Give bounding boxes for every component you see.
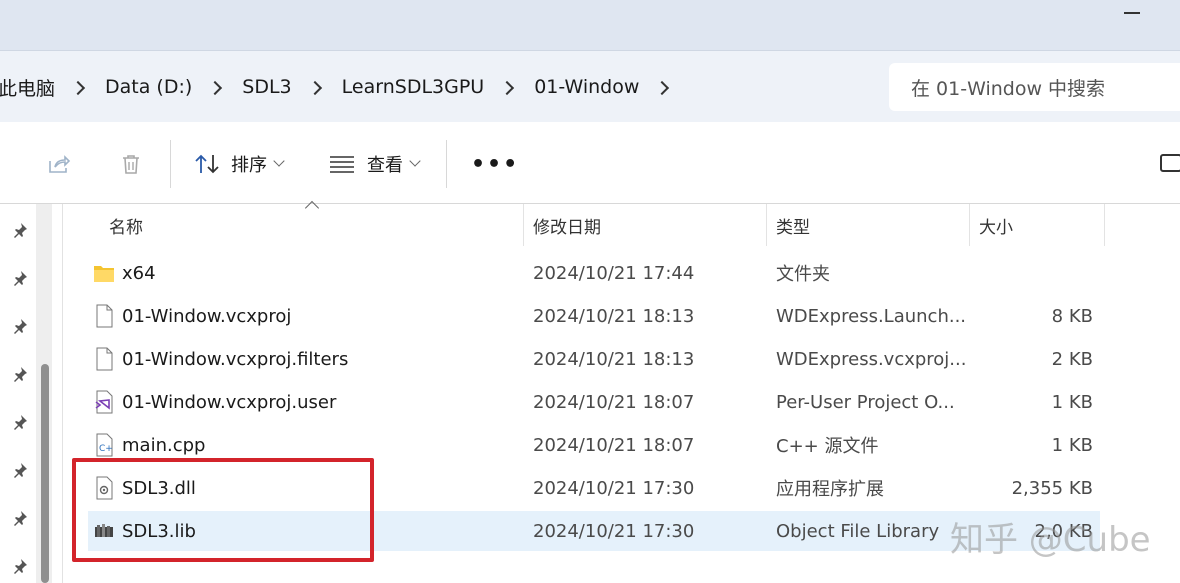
file-size: 8 KB	[1051, 305, 1093, 327]
nav-scrollbar-thumb[interactable]	[41, 364, 49, 583]
breadcrumb-01-window[interactable]: 01-Window	[534, 76, 639, 98]
cpp-file-icon: C+	[96, 433, 113, 457]
delete-icon[interactable]	[119, 152, 143, 176]
column-header-type[interactable]: 类型	[767, 204, 970, 246]
command-toolbar: 排序 查看 •••	[0, 122, 1180, 204]
file-date: 2024/10/21 17:44	[533, 262, 695, 284]
annotation-highlight-box	[72, 458, 374, 562]
file-type: 应用程序扩展	[776, 479, 884, 500]
watermark: 知乎 @Cube	[950, 520, 1151, 560]
file-size: 2 KB	[1051, 348, 1093, 370]
file-row[interactable]: 01-Window.vcxproj 2024/10/21 18:13 WDExp…	[88, 296, 1100, 336]
view-label: 查看	[367, 155, 403, 176]
breadcrumb: 此电脑 Data (D:) SDL3 LearnSDL3GPU 01-Windo…	[0, 63, 689, 111]
file-date: 2024/10/21 17:30	[533, 477, 695, 499]
breadcrumb-data-drive[interactable]: Data (D:)	[105, 76, 192, 98]
file-name: 01-Window.vcxproj.filters	[122, 348, 349, 370]
breadcrumb-sdl3[interactable]: SDL3	[242, 76, 291, 98]
file-date: 2024/10/21 18:07	[533, 391, 695, 413]
toolbar-divider	[446, 140, 447, 188]
folder-icon	[94, 266, 114, 282]
chevron-down-icon	[273, 155, 285, 167]
file-row[interactable]: 01-Window.vcxproj.user 2024/10/21 18:07 …	[88, 382, 1100, 422]
file-type: WDExpress.Launch...	[776, 305, 966, 327]
file-row[interactable]: 01-Window.vcxproj.filters 2024/10/21 18:…	[88, 339, 1100, 379]
file-name: 01-Window.vcxproj.user	[122, 391, 337, 413]
window-titlebar	[0, 0, 1180, 50]
pin-icon[interactable]	[12, 462, 28, 478]
pin-icon[interactable]	[12, 318, 28, 334]
view-list-icon	[330, 156, 354, 173]
file-date: 2024/10/21 18:13	[533, 348, 695, 370]
chevron-right-icon[interactable]	[72, 81, 84, 93]
file-icon	[96, 347, 113, 371]
pin-icon[interactable]	[12, 222, 28, 238]
breadcrumb-learnsdl3gpu[interactable]: LearnSDL3GPU	[342, 76, 485, 98]
file-date: 2024/10/21 17:30	[533, 520, 695, 542]
sort-icon	[195, 154, 219, 174]
address-bar: 此电脑 Data (D:) SDL3 LearnSDL3GPU 01-Windo…	[0, 50, 1180, 122]
file-size: 1 KB	[1051, 391, 1093, 413]
file-type: Object File Library	[776, 520, 940, 542]
file-name: x64	[122, 262, 156, 284]
file-row[interactable]: x64 2024/10/21 17:44 文件夹	[88, 253, 1100, 293]
minimize-button[interactable]	[1124, 12, 1140, 14]
chevron-right-icon[interactable]	[209, 81, 221, 93]
toolbar-divider	[170, 140, 171, 188]
breadcrumb-this-pc[interactable]: 此电脑	[0, 74, 55, 101]
file-size: 1 KB	[1051, 434, 1093, 456]
pin-icon[interactable]	[12, 366, 28, 382]
details-pane-icon[interactable]	[1160, 154, 1180, 172]
file-list-header: 名称 修改日期 类型 大小	[63, 204, 1180, 246]
pin-icon[interactable]	[12, 270, 28, 286]
file-type: C++ 源文件	[776, 436, 879, 457]
search-input[interactable]: 在 01-Window 中搜索	[889, 63, 1180, 111]
file-size	[968, 253, 1093, 293]
visual-studio-file-icon	[95, 390, 113, 414]
column-header-size[interactable]: 大小	[970, 204, 1105, 246]
file-icon	[96, 304, 113, 328]
sort-label: 排序	[231, 155, 267, 176]
svg-text:C+: C+	[99, 444, 113, 454]
file-type: Per-User Project O...	[776, 391, 955, 413]
chevron-down-icon	[409, 155, 421, 167]
view-button[interactable]: 查看	[329, 148, 421, 180]
file-type: 文件夹	[776, 264, 830, 285]
chevron-right-icon[interactable]	[501, 81, 513, 93]
navigation-pane	[0, 204, 62, 583]
pin-icon[interactable]	[12, 558, 28, 574]
pin-icon[interactable]	[12, 510, 28, 526]
file-date: 2024/10/21 18:13	[533, 305, 695, 327]
pin-icon[interactable]	[12, 414, 28, 430]
sort-button[interactable]: 排序	[195, 148, 285, 180]
file-type: WDExpress.vcxproj....	[776, 348, 966, 370]
column-header-date[interactable]: 修改日期	[524, 204, 767, 246]
file-name: 01-Window.vcxproj	[122, 305, 292, 327]
chevron-right-icon[interactable]	[309, 81, 321, 93]
more-options-button[interactable]: •••	[471, 154, 519, 176]
file-date: 2024/10/21 18:07	[533, 434, 695, 456]
file-size: 2,355 KB	[1011, 477, 1093, 499]
chevron-right-icon[interactable]	[656, 81, 668, 93]
share-icon[interactable]	[47, 152, 71, 176]
pane-divider[interactable]	[62, 204, 63, 583]
